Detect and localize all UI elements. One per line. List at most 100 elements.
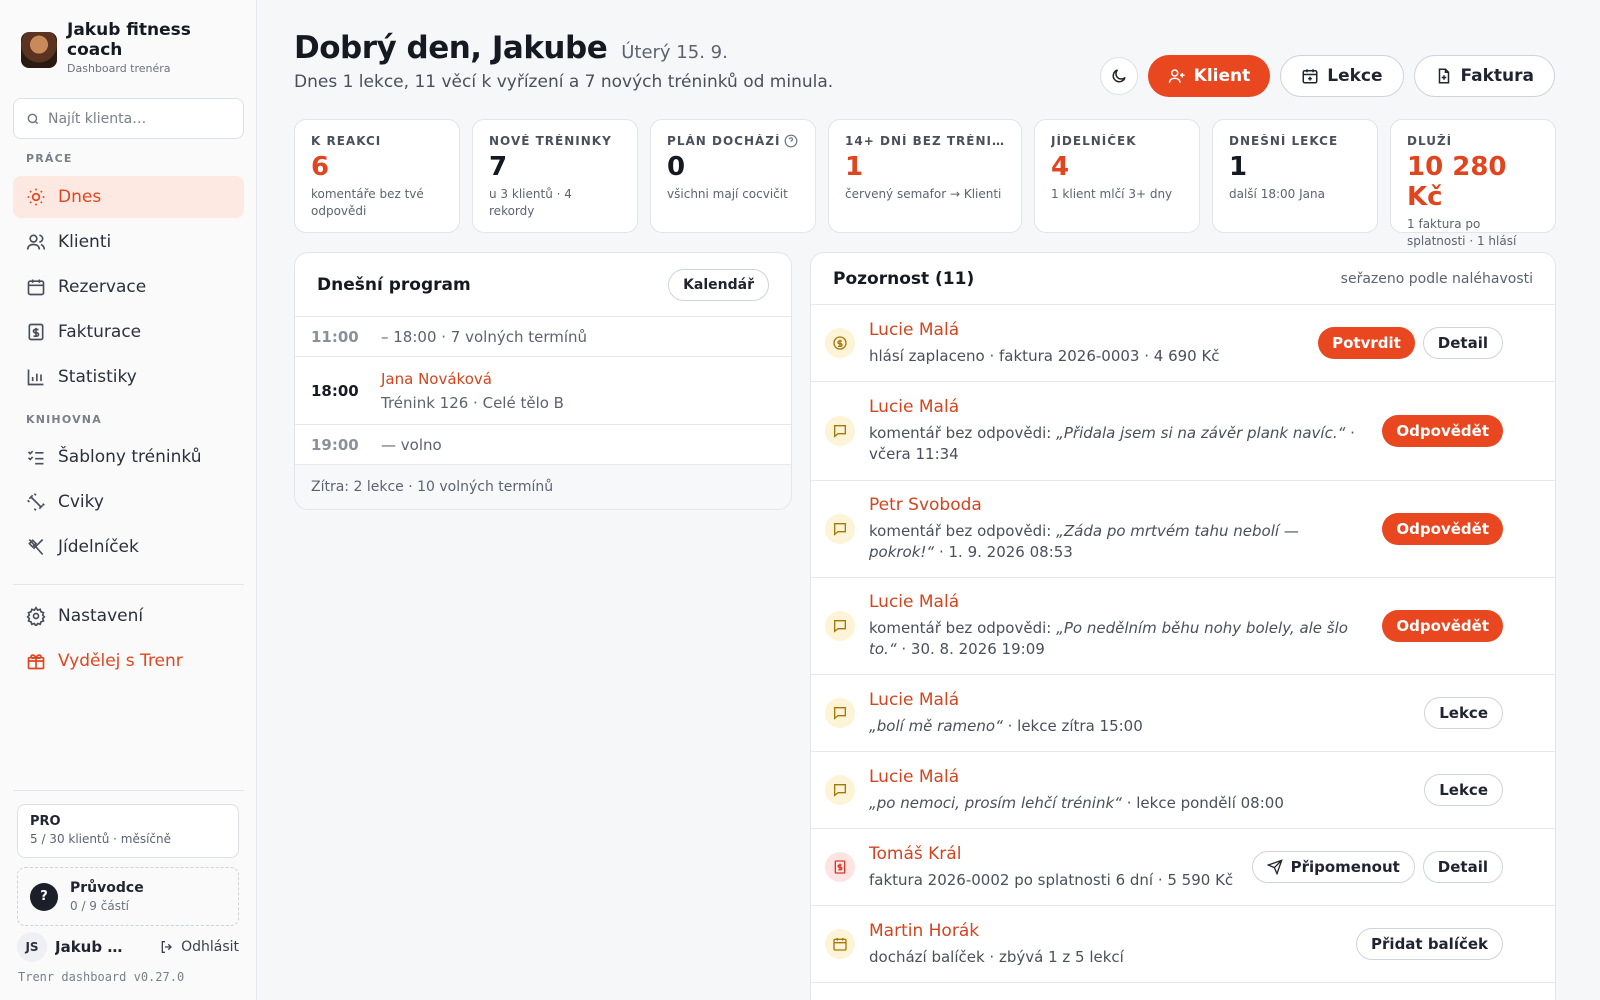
sort-label: seřazeno podle naléhavosti xyxy=(1340,270,1533,287)
detail-text: dochází balíček · zbývá 1 z 5 lekcí xyxy=(869,947,1124,966)
stat-card[interactable]: JÍDELNÍČEK 4 1 klient mlčí 3+ dny xyxy=(1033,119,1200,233)
card-title: Dnešní program xyxy=(317,274,471,295)
add-package-button[interactable]: Přidat balíček xyxy=(1356,928,1503,960)
search-icon xyxy=(27,113,39,124)
stat-label-text: PLÁN DOCHÁZÍ xyxy=(667,134,781,148)
stat-card[interactable]: NOVÉ TRÉNINKY 7 u 3 klientů · 4 rekordy xyxy=(472,119,639,233)
nav-label: Statistiky xyxy=(58,367,137,387)
attention-body: Lucie Malá hlásí zaplaceno · faktura 2026… xyxy=(869,320,1304,367)
attention-row[interactable]: Lucie Malá „po nemoci, prosím lehčí tréni… xyxy=(811,752,1555,829)
nav-label: Dnes xyxy=(58,187,102,207)
logout-button[interactable]: Odhlásit xyxy=(159,939,239,955)
stat-label: K REAKCI xyxy=(311,134,443,148)
nav-item-today[interactable]: Dnes xyxy=(13,176,244,218)
confirm-button[interactable]: Potvrdit xyxy=(1318,327,1415,359)
remind-button[interactable]: Připomenout xyxy=(1251,851,1415,883)
search-input[interactable] xyxy=(48,110,228,127)
dumbbell-icon xyxy=(27,493,45,511)
attention-detail: faktura 2026-0002 po splatnosti 6 dní · … xyxy=(869,870,1238,891)
detail-button[interactable]: Detail xyxy=(1422,851,1503,883)
stat-card[interactable]: K REAKCI 6 komentáře bez tvé odpovědi xyxy=(294,119,461,233)
nav-item-bookings[interactable]: Rezervace xyxy=(13,266,244,308)
user-plus-icon xyxy=(1168,69,1185,83)
client-name-link[interactable]: Tomáš Král xyxy=(869,844,1238,864)
attention-list: Lucie Malá hlásí zaplaceno · faktura 2026… xyxy=(811,305,1555,983)
attention-row[interactable]: Petr Svoboda komentář bez odpovědi: „Záda… xyxy=(811,481,1555,578)
client-name-link[interactable]: Lucie Malá xyxy=(869,690,1410,710)
add-client-button[interactable]: Klient xyxy=(1147,55,1271,97)
guide-box[interactable]: ? Průvodce 0 / 9 částí xyxy=(17,867,239,926)
client-name-link[interactable]: Lucie Malá xyxy=(869,592,1368,612)
brand-avatar xyxy=(21,32,57,68)
attention-row[interactable]: Lucie Malá komentář bez odpovědi: „Přidal… xyxy=(811,382,1555,481)
coin-icon xyxy=(825,328,855,358)
stat-note: všichni mají cocvičit xyxy=(667,187,788,201)
reply-button[interactable]: Odpovědět xyxy=(1382,513,1503,545)
gift-icon xyxy=(27,654,45,670)
brand-name: Jakub fitness coach xyxy=(67,20,191,60)
detail-button[interactable]: Detail xyxy=(1422,327,1503,359)
detail-text: faktura 2026-0002 po splatnosti 6 dní · … xyxy=(869,870,1234,889)
add-invoice-button[interactable]: Faktura xyxy=(1413,55,1555,97)
stat-card[interactable]: DNEŠNÍ LEKCE 1 další 18:00 Jana xyxy=(1212,119,1379,233)
nav-item-exercises[interactable]: Cviky xyxy=(13,481,244,523)
page-title: Dobrý den, Jakube xyxy=(294,30,608,66)
row-actions: Připomenout Detail xyxy=(1251,851,1503,883)
comment-icon xyxy=(825,775,855,805)
reply-button[interactable]: Odpovědět xyxy=(1382,415,1503,447)
client-name-link[interactable]: Lucie Malá xyxy=(869,397,1368,417)
attention-row[interactable]: Lucie Malá komentář bez odpovědi: „Po ned… xyxy=(811,578,1555,675)
client-name-link[interactable]: Petr Svoboda xyxy=(869,495,1368,515)
program-row[interactable]: 11:00 – 18:00 · 7 volných termínů xyxy=(295,317,791,357)
nav-label: Nastavení xyxy=(58,606,144,626)
attention-row[interactable]: Lucie Malá „bolí mě rameno“ · lekce zítra… xyxy=(811,675,1555,752)
detail-text: komentář bez odpovědi: xyxy=(869,522,1057,540)
client-search[interactable] xyxy=(13,98,244,139)
lesson-button[interactable]: Lekce xyxy=(1424,774,1503,806)
program-client-name[interactable]: Jana Nováková xyxy=(381,370,564,388)
nav-item-clients[interactable]: Klienti xyxy=(13,221,244,263)
attention-row[interactable]: Martin Horák dochází balíček · zbývá 1 z … xyxy=(811,906,1555,983)
attention-row[interactable]: Lucie Malá hlásí zaplaceno · faktura 2026… xyxy=(811,305,1555,382)
stat-card[interactable]: PLÁN DOCHÁZÍ 0 všichni mají cocvičit xyxy=(650,119,817,233)
attention-body: Lucie Malá „po nemoci, prosím lehčí tréni… xyxy=(869,767,1410,814)
reply-button[interactable]: Odpovědět xyxy=(1382,610,1503,642)
nav-label: Vydělej s Trenr xyxy=(58,651,183,671)
nav-item-stats[interactable]: Statistiky xyxy=(13,356,244,398)
client-name-link[interactable]: Lucie Malá xyxy=(869,767,1410,787)
add-lesson-button[interactable]: Lekce xyxy=(1280,55,1404,97)
comment-icon xyxy=(825,416,855,446)
section-label-library: KNIHOVNA xyxy=(26,413,102,426)
calendar-button[interactable]: Kalendář xyxy=(668,268,769,301)
card-header: Dnešní program Kalendář xyxy=(295,253,791,317)
client-name-link[interactable]: Martin Horák xyxy=(869,921,1342,941)
stat-card[interactable]: 14+ DNÍ BEZ TRÉNI… 1 červený semafor → Kli… xyxy=(828,119,1022,233)
stat-note: u 3 klientů · 4 rekordy xyxy=(489,187,572,218)
client-name-link[interactable]: Lucie Malá xyxy=(869,320,1304,340)
row-actions: Lekce xyxy=(1424,697,1503,729)
plan-box[interactable]: PRO 5 / 30 klientů · měsíčně xyxy=(17,804,239,858)
detail-meta: · lekce zítra 15:00 xyxy=(1002,716,1143,735)
program-row[interactable]: 19:00 — volno xyxy=(295,425,791,465)
nav-item-templates[interactable]: Šablony tréninků xyxy=(13,436,244,478)
attention-row[interactable]: Tomáš Král faktura 2026-0002 po splatnost… xyxy=(811,829,1555,906)
nav-item-settings[interactable]: Nastavení xyxy=(13,595,244,637)
lesson-button[interactable]: Lekce xyxy=(1424,697,1503,729)
nav-item-diet[interactable]: Jídelníček xyxy=(13,526,244,568)
program-row[interactable]: 18:00 Jana Nováková Trénink 126 · Celé t… xyxy=(295,357,791,425)
program-text: Trénink 126 · Celé tělo B xyxy=(381,393,564,412)
button-label: Odpovědět xyxy=(1396,520,1489,538)
nav-item-invoicing[interactable]: Fakturace xyxy=(13,311,244,353)
detail-text: hlásí zaplaceno · faktura 2026-0003 · 4 … xyxy=(869,346,1220,365)
stat-note: komentáře bez tvé odpovědi xyxy=(311,187,424,218)
nav-item-earn[interactable]: Vydělej s Trenr xyxy=(13,640,244,682)
stat-card[interactable]: DLUŽÍ 10 280 Kč 1 faktura po splatnosti · … xyxy=(1390,119,1557,265)
stat-label: NOVÉ TRÉNINKY xyxy=(489,134,621,148)
stat-value: 6 xyxy=(311,152,330,182)
dark-mode-toggle[interactable] xyxy=(1099,57,1138,95)
stat-value: 7 xyxy=(489,152,508,182)
stat-note: červený semafor → Klienti xyxy=(845,187,1002,201)
stat-label-text: DNEŠNÍ LEKCE xyxy=(1229,134,1339,148)
stat-label: PLÁN DOCHÁZÍ xyxy=(667,134,799,148)
help-icon[interactable] xyxy=(784,134,798,148)
